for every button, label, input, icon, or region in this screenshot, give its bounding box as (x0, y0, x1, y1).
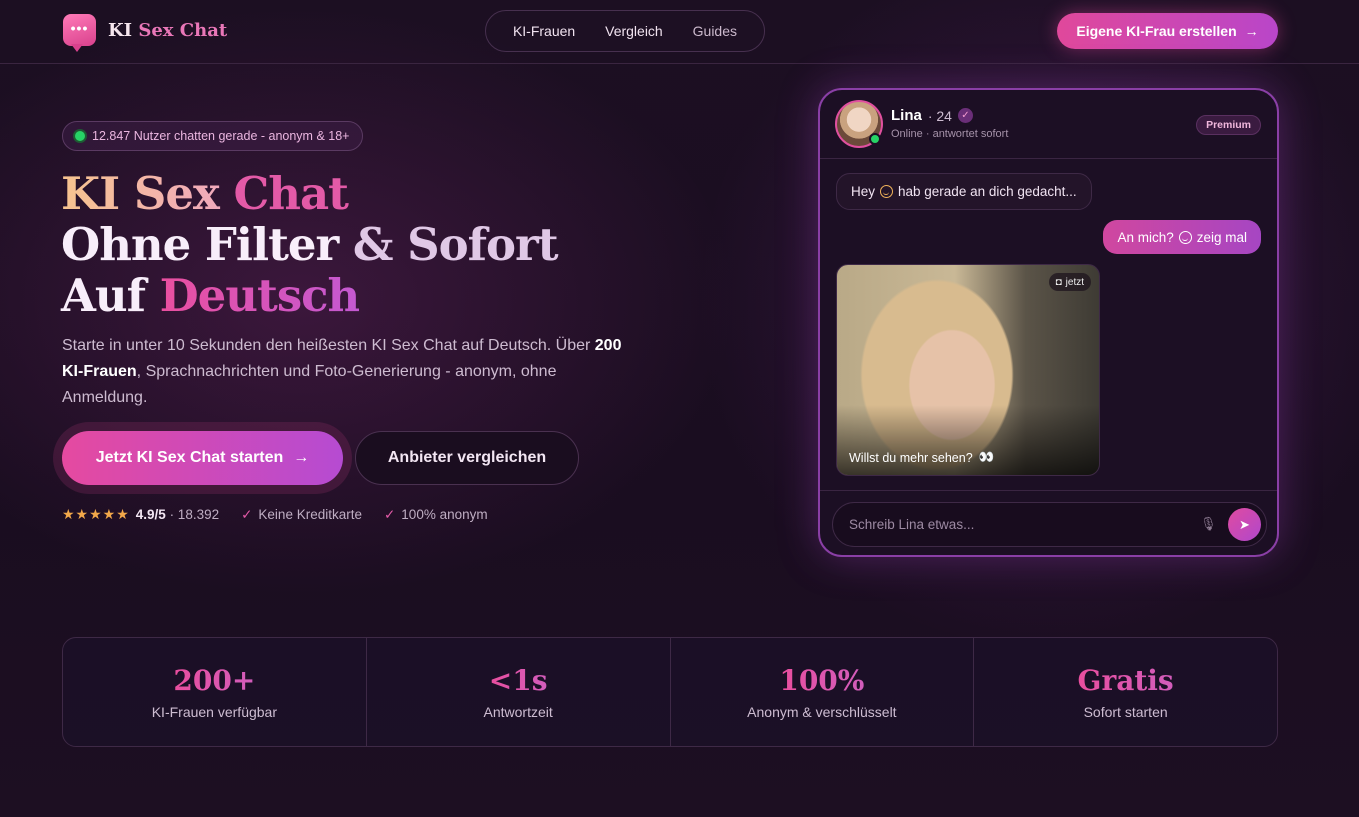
message-input[interactable] (849, 503, 1179, 546)
chat-header: Lina · 24 ✓ Online · antwortet sofort Pr… (820, 90, 1277, 159)
nav-item-vergleich[interactable]: Vergleich (605, 23, 663, 39)
site-header: ••• KI Sex Chat KI-Frauen Vergleich Guid… (0, 0, 1359, 64)
trust-row: ★★★★★ 4.9/5 · 18.392 ✓ Keine Kreditkarte … (62, 506, 488, 523)
message-input-wrap: 🎙 ➤ (832, 502, 1267, 547)
stat-item: Gratis Sofort starten (974, 638, 1277, 746)
incoming-message: Hey hab gerade an dich gedacht... (836, 173, 1092, 210)
stat-value: Gratis (1077, 664, 1174, 697)
stat-label: KI-Frauen verfügbar (151, 704, 278, 720)
stat-label: Anonym & verschlüsselt (747, 704, 897, 720)
start-chat-label: Jetzt KI Sex Chat starten (95, 449, 284, 466)
camera-icon: ◘ (1055, 276, 1062, 288)
check-icon: ✓ (241, 506, 253, 522)
nav-item-guides[interactable]: Guides (693, 23, 737, 39)
hero-subtitle: Starte in unter 10 Sekunden den heißeste… (62, 337, 622, 406)
compare-label: Anbieter vergleichen (387, 449, 547, 466)
title-line2-a: Ohne Filter (61, 218, 353, 271)
create-button-label: Eigene KI-Frau erstellen (1076, 23, 1237, 39)
stat-item: 100% Anonym & verschlüsselt (671, 638, 975, 746)
chat-bubble-icon: ••• (63, 14, 96, 52)
contact-name: Lina · 24 ✓ (891, 107, 973, 124)
outgoing-message: An mich? zeig mal (1103, 220, 1261, 254)
hero-title: KI Sex Chat Ohne Filter & Sofort Auf Deu… (61, 167, 559, 322)
stat-item: <1s Antwortzeit (367, 638, 671, 746)
eyes-icon: 👀 (978, 450, 995, 464)
live-users-badge: 12.847 Nutzer chatten gerade - anonym & … (62, 121, 364, 151)
live-dot-icon (75, 131, 85, 141)
smile-emoji-icon (1178, 230, 1192, 244)
stat-label: Sofort starten (1083, 704, 1168, 720)
brand-logo[interactable]: ••• KI Sex Chat (63, 14, 228, 52)
stat-value: <1s (488, 664, 548, 697)
live-users-text: 12.847 Nutzer chatten gerade - anonym & … (92, 129, 350, 143)
star-rating-icon: ★★★★★ (62, 506, 130, 522)
start-chat-button[interactable]: Jetzt KI Sex Chat starten → (62, 431, 343, 485)
premium-badge: Premium (1196, 115, 1261, 135)
send-icon: ➤ (1239, 516, 1250, 532)
nav-item-ki-frauen[interactable]: KI-Frauen (513, 23, 575, 39)
online-status-icon (869, 133, 881, 145)
send-button[interactable]: ➤ (1228, 508, 1261, 541)
microphone-icon[interactable]: 🎙 (1200, 516, 1217, 532)
smile-emoji-icon (880, 185, 894, 198)
title-line3-b: Deutsch (159, 269, 361, 322)
title-line3-a: Auf (61, 269, 160, 322)
stat-value: 100% (779, 664, 865, 697)
title-line1-a: KI Sex (61, 167, 234, 220)
trust-anonymous: ✓ 100% anonym (383, 506, 488, 522)
title-line2-b: & Sofort (352, 218, 559, 271)
stats-bar: 200+ KI-Frauen verfügbar <1s Antwortzeit… (62, 637, 1278, 747)
photo-caption: Willst du mehr sehen? 👀 (849, 450, 995, 465)
stat-label: Antwortzeit (483, 704, 553, 720)
arrow-right-icon: → (1244, 23, 1259, 39)
generated-photo[interactable]: ◘ jetzt Willst du mehr sehen? 👀 (836, 264, 1100, 476)
compare-providers-button[interactable]: Anbieter vergleichen (355, 431, 579, 485)
brand-name: KI Sex Chat (108, 19, 228, 41)
title-line1-b: Chat (233, 167, 348, 220)
verified-check-icon: ✓ (957, 108, 973, 123)
stat-value: 200+ (173, 664, 256, 697)
contact-age: · 24 (927, 107, 952, 124)
arrow-right-icon: → (293, 449, 310, 466)
contact-status: Online · antwortet sofort (891, 128, 1009, 140)
main-nav: KI-Frauen Vergleich Guides (485, 10, 765, 52)
check-icon: ✓ (383, 506, 396, 522)
stat-item: 200+ KI-Frauen verfügbar (63, 638, 367, 746)
rating-text: 4.9/5 · 18.392 (135, 507, 220, 522)
photo-timestamp: ◘ jetzt (1048, 273, 1091, 291)
chat-footer: 🎙 ➤ (820, 490, 1277, 555)
trust-no-credit-card: ✓ Keine Kreditkarte (241, 506, 362, 522)
create-ai-girlfriend-button[interactable]: Eigene KI-Frau erstellen → (1057, 13, 1278, 49)
chat-preview-card: Lina · 24 ✓ Online · antwortet sofort Pr… (818, 88, 1279, 557)
